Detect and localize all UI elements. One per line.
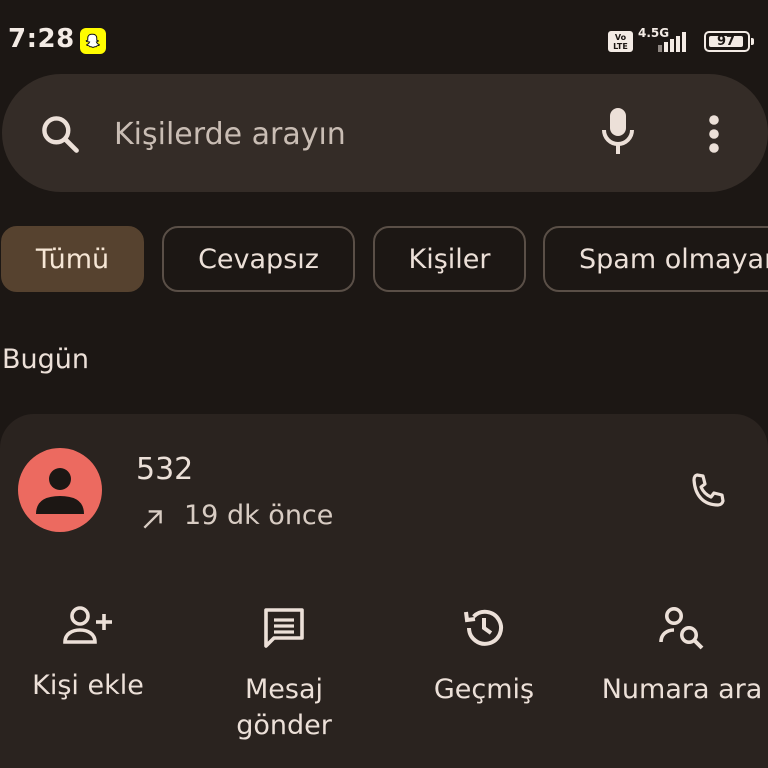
send-message-label: Mesaj gönder xyxy=(236,674,332,741)
search-bar[interactable] xyxy=(2,74,768,192)
chip-missed-label: Cevapsız xyxy=(198,243,319,275)
more-options-icon[interactable] xyxy=(702,114,726,154)
history-label: Geçmiş xyxy=(433,674,535,705)
chip-not-spam-label: Spam olmayan xyxy=(579,243,768,275)
chip-all-label: Tümü xyxy=(35,243,110,275)
status-time: 7:28 xyxy=(8,24,75,54)
person-search-icon xyxy=(659,607,704,650)
chip-missed[interactable]: Cevapsız xyxy=(162,226,355,292)
section-title-today: Bugün xyxy=(2,344,89,375)
add-contact-action[interactable]: Kişi ekle xyxy=(0,604,184,704)
avatar xyxy=(18,448,102,532)
filter-chips: Tümü Cevapsız Kişiler Spam olmayan xyxy=(0,226,768,296)
caller-number: 532 xyxy=(136,452,194,487)
number-lookup-action[interactable]: Numara ara xyxy=(586,604,768,708)
microphone-icon[interactable] xyxy=(598,106,638,158)
chip-not-spam[interactable]: Spam olmayan xyxy=(543,226,768,292)
battery-level: 97 xyxy=(709,35,743,48)
call-time: 19 dk önce xyxy=(184,500,334,531)
chip-all[interactable]: Tümü xyxy=(1,226,144,292)
outgoing-call-arrow-icon xyxy=(143,510,162,529)
history-action[interactable]: Geçmiş xyxy=(388,604,580,708)
volte-top-label: Vo xyxy=(614,33,627,42)
add-contact-label: Kişi ekle xyxy=(32,670,144,701)
send-message-action[interactable]: Mesaj gönder xyxy=(188,604,380,744)
signal-strength-icon xyxy=(658,32,686,52)
volte-icon: Vo LTE xyxy=(608,31,633,52)
phone-icon[interactable] xyxy=(684,468,732,516)
snapchat-notification-icon xyxy=(80,28,106,54)
search-input[interactable] xyxy=(112,110,556,158)
number-lookup-label: Numara ara xyxy=(601,674,763,705)
battery-icon: 97 xyxy=(704,31,754,52)
add-person-icon xyxy=(63,606,112,644)
call-log-item[interactable]: 532 19 dk önce Kişi ekle Mesaj gönder Ge… xyxy=(0,414,768,768)
volte-bottom-label: LTE xyxy=(613,42,628,51)
chip-contacts-label: Kişiler xyxy=(408,243,491,275)
person-icon xyxy=(36,468,84,514)
search-icon[interactable] xyxy=(38,112,82,156)
history-icon xyxy=(464,609,503,646)
status-bar: 7:28 Vo LTE 4.5G 97 xyxy=(0,0,768,82)
chip-contacts[interactable]: Kişiler xyxy=(373,226,526,292)
message-icon xyxy=(264,608,304,648)
